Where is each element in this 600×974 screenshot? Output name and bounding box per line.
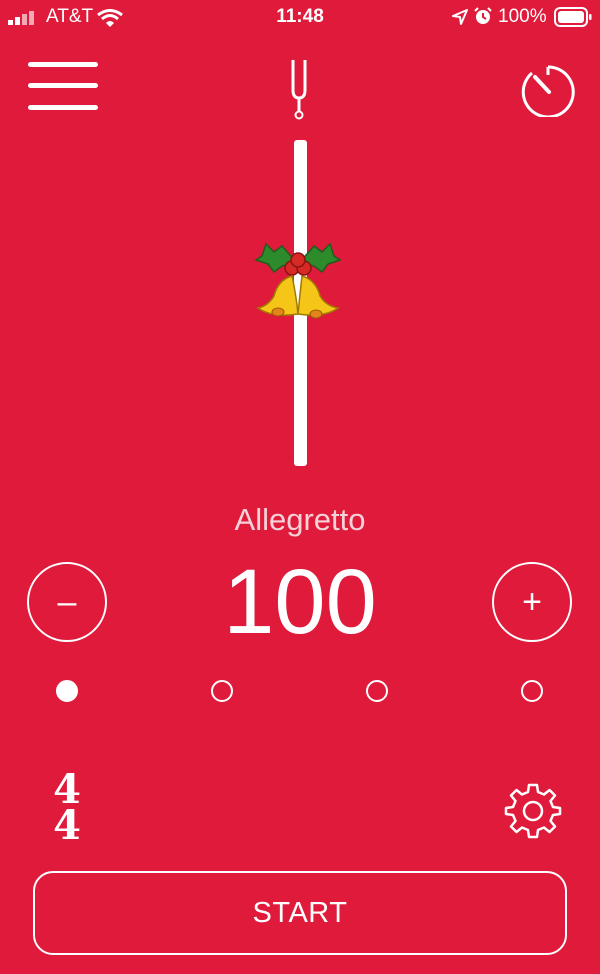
christmas-bells-icon[interactable] (252, 234, 344, 326)
beat-dot-4[interactable] (521, 680, 543, 702)
gear-icon[interactable] (503, 781, 563, 841)
tempo-marking: Allegretto (234, 502, 366, 537)
time-signature-denominator: 4 (53, 802, 81, 849)
alarm-icon (474, 7, 492, 24)
stopwatch-icon[interactable] (519, 63, 577, 117)
plus-icon: + (522, 582, 542, 621)
battery-percent: 100% (498, 6, 547, 27)
beat-dot-2[interactable] (211, 680, 233, 702)
status-bar: AT&T 11:48 100% (0, 0, 600, 34)
beat-dot-3[interactable] (366, 680, 388, 702)
hamburger-menu-icon[interactable] (28, 60, 100, 114)
beat-dot-1[interactable] (56, 680, 78, 702)
battery-icon (554, 7, 592, 27)
location-arrow-icon (452, 9, 468, 25)
time-signature[interactable]: 4 4 (52, 770, 82, 849)
tuning-fork-icon[interactable] (284, 58, 314, 120)
start-label: START (252, 896, 348, 929)
start-button[interactable]: START (33, 871, 567, 955)
increase-tempo-button[interactable]: + (492, 562, 572, 642)
